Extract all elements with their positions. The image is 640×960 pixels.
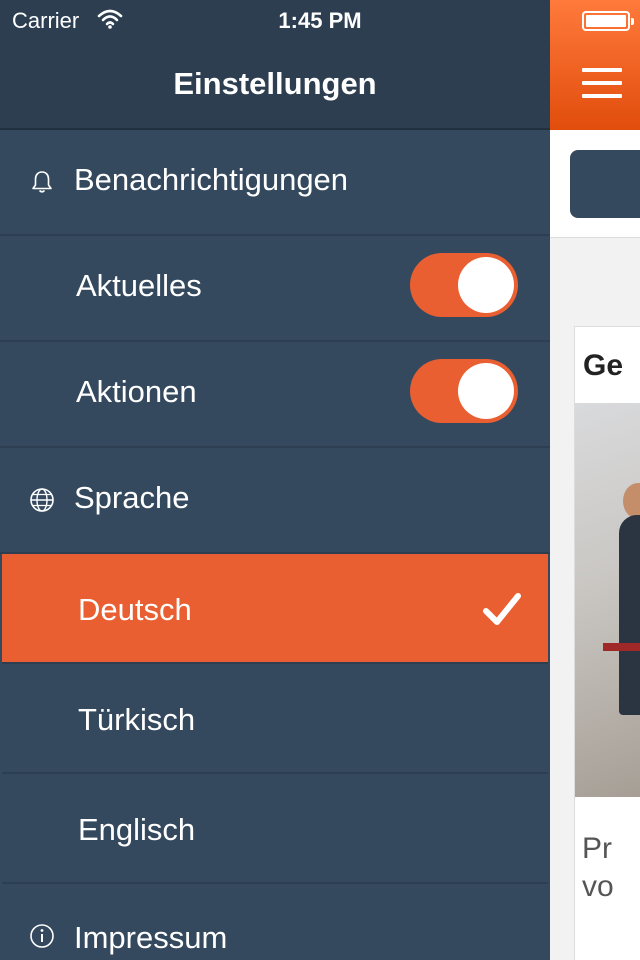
globe-icon [30,488,54,512]
card-text-line-1: Pr [582,832,612,865]
person-figure [619,515,640,715]
language-label-tuerkisch: Türkisch [78,702,196,737]
card-text-line-2: vo [582,870,614,903]
imprint-row[interactable]: Impressum [0,886,550,960]
section-language: Sprache [0,448,550,554]
language-label-englisch: Englisch [78,812,196,847]
section-notifications-label: Benachrichtigungen [74,162,349,197]
status-bar: Carrier 1:45 PM [0,0,640,40]
person-head [623,483,640,519]
toggle-knob [458,363,514,419]
checkmark-icon [483,593,521,625]
language-option-tuerkisch[interactable]: Türkisch [2,664,548,774]
card-text: Pr vo [582,830,614,906]
section-notifications: Benachrichtigungen [0,130,550,236]
setting-label-aktionen: Aktionen [76,374,197,409]
toggle-knob [458,257,514,313]
section-language-label: Sprache [74,480,190,515]
battery-icon [582,11,634,31]
setting-row-aktuelles: Aktuelles [0,236,550,342]
setting-label-aktuelles: Aktuelles [76,268,202,303]
settings-sidebar: Einstellungen Benachrichtigungen Aktuell… [0,0,550,960]
segmented-control[interactable] [570,150,640,218]
info-icon [30,924,54,948]
status-time: 1:45 PM [278,8,362,33]
setting-row-aktionen: Aktionen [0,342,550,448]
imprint-label: Impressum [74,920,228,955]
language-option-deutsch[interactable]: Deutsch [2,554,548,664]
aktuelles-toggle[interactable] [410,253,518,317]
sidebar-title: Einstellungen [173,66,377,101]
main-content-peek[interactable]: Ge Pr vo [550,0,640,960]
language-option-englisch[interactable]: Englisch [2,774,548,884]
aktionen-toggle[interactable] [410,359,518,423]
card-title: Ge [583,349,624,382]
chair [603,643,640,651]
card-image [575,403,640,797]
bell-icon [32,171,52,193]
hamburger-menu-icon[interactable] [582,68,622,98]
language-label-deutsch: Deutsch [78,592,192,627]
